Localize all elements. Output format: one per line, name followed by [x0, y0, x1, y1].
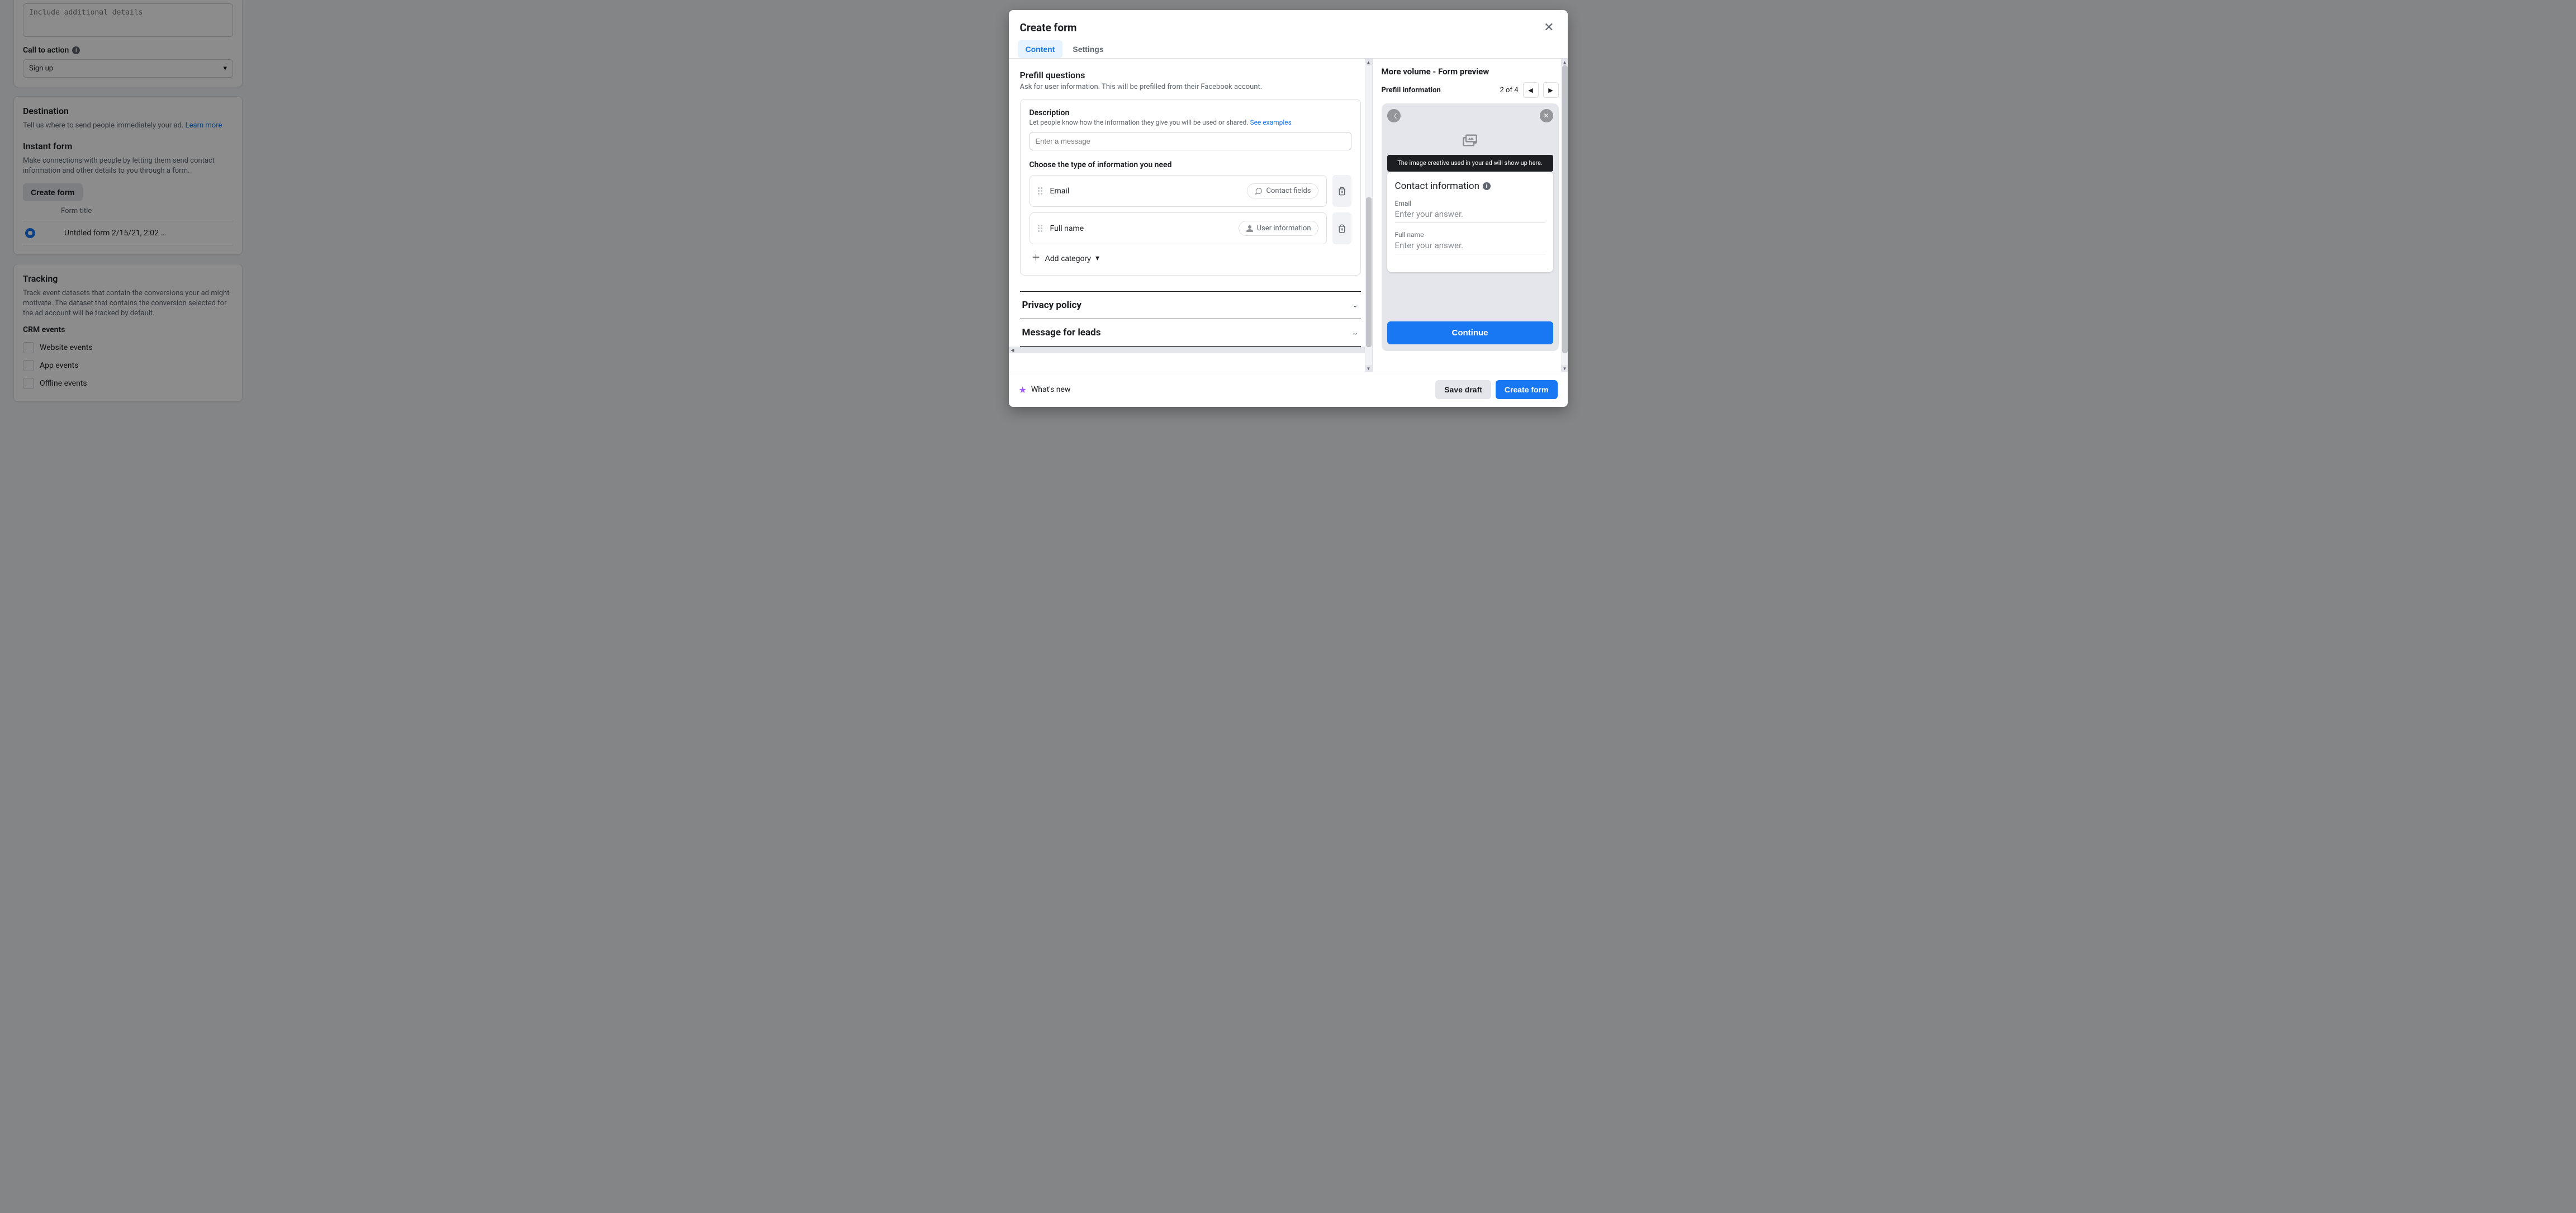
field-row-email: Email Contact fields — [1030, 175, 1351, 207]
form-builder: Prefill questions Ask for user informati… — [1009, 59, 1372, 372]
prefill-heading: Prefill questions — [1020, 70, 1361, 80]
create-form-modal: Create form ✕ Content Settings Prefill q… — [1009, 10, 1568, 407]
description-help: Let people know how the information they… — [1030, 119, 1351, 126]
scroll-down-icon[interactable]: ▼ — [1365, 365, 1372, 372]
add-category-button[interactable]: ＋ Add category ▾ — [1030, 250, 1102, 266]
scroll-up-icon[interactable]: ▲ — [1365, 59, 1372, 65]
horizontal-scrollbar[interactable]: ◀ ▶ — [1009, 347, 1372, 353]
caret-left-icon: ◀ — [1528, 87, 1533, 94]
phone-preview: 〈 ✕ The image creative used in your ad w… — [1382, 103, 1559, 351]
prefill-sub: Ask for user information. This will be p… — [1020, 83, 1361, 91]
field-tag-contact[interactable]: Contact fields — [1247, 183, 1318, 198]
field-tag-user[interactable]: User information — [1239, 221, 1318, 236]
tab-settings[interactable]: Settings — [1065, 40, 1111, 58]
preview-next-button[interactable]: ▶ — [1543, 82, 1559, 98]
preview-field-email: Email Enter your answer. — [1395, 200, 1545, 223]
preview-input[interactable]: Enter your answer. — [1395, 240, 1545, 254]
prefill-card: Description Let people know how the info… — [1020, 99, 1361, 276]
modal-footer: ★ What's new Save draft Create form — [1009, 372, 1568, 407]
preview-back-button[interactable]: 〈 — [1387, 109, 1401, 122]
scroll-up-icon[interactable]: ▲ — [1561, 59, 1568, 65]
star-icon: ★ — [1019, 385, 1027, 395]
save-draft-button[interactable]: Save draft — [1435, 380, 1491, 399]
image-icon — [1461, 132, 1479, 148]
delete-field-button[interactable] — [1332, 212, 1351, 244]
chevron-down-icon: ⌄ — [1352, 328, 1359, 337]
caret-right-icon: ▶ — [1548, 87, 1553, 94]
step-count: 2 of 4 — [1500, 86, 1519, 94]
accordion-message[interactable]: Message for leads ⌄ — [1020, 319, 1361, 347]
preview-title: More volume - Form preview — [1382, 67, 1559, 77]
plus-icon: ＋ — [1032, 254, 1041, 263]
modal-overlay: Create form ✕ Content Settings Prefill q… — [0, 0, 2576, 1213]
form-preview: More volume - Form preview Prefill infor… — [1372, 59, 1568, 372]
choose-info-label: Choose the type of information you need — [1030, 160, 1351, 169]
close-icon: ✕ — [1543, 112, 1549, 120]
builder-vertical-scrollbar[interactable]: ▲ ▼ — [1365, 59, 1372, 372]
drag-handle-icon[interactable] — [1038, 187, 1043, 195]
preview-field-fullname: Full name Enter your answer. — [1395, 231, 1545, 254]
create-form-button[interactable]: Create form — [1496, 380, 1558, 399]
delete-field-button[interactable] — [1332, 175, 1351, 207]
chevron-left-icon: 〈 — [1390, 111, 1397, 121]
tab-content[interactable]: Content — [1018, 40, 1063, 58]
preview-vertical-scrollbar[interactable]: ▲ ▼ — [1561, 59, 1568, 372]
preview-section-label: Prefill information — [1382, 86, 1441, 94]
chevron-down-icon: ▾ — [1095, 253, 1099, 263]
scroll-left-icon[interactable]: ◀ — [1009, 347, 1017, 353]
field-label: Email — [1050, 187, 1240, 196]
whats-new[interactable]: ★ What's new — [1019, 385, 1431, 395]
drag-handle-icon[interactable] — [1038, 225, 1043, 232]
close-icon: ✕ — [1544, 20, 1554, 34]
image-placeholder — [1382, 126, 1559, 155]
preview-continue-button[interactable]: Continue — [1387, 321, 1553, 344]
modal-title: Create form — [1020, 21, 1077, 34]
see-examples-link[interactable]: See examples — [1250, 119, 1291, 126]
info-icon: i — [1483, 182, 1491, 190]
image-tooltip: The image creative used in your ad will … — [1387, 155, 1553, 172]
description-label: Description — [1030, 108, 1351, 117]
preview-close-button[interactable]: ✕ — [1540, 109, 1553, 122]
field-row-fullname: Full name User information — [1030, 212, 1351, 244]
field-label: Full name — [1050, 224, 1232, 233]
modal-tabs: Content Settings — [1009, 40, 1568, 58]
chevron-down-icon: ⌄ — [1352, 301, 1359, 310]
preview-input[interactable]: Enter your answer. — [1395, 209, 1545, 223]
trash-icon — [1337, 224, 1346, 233]
close-button[interactable]: ✕ — [1541, 19, 1556, 36]
description-input[interactable] — [1030, 132, 1351, 150]
preview-prev-button[interactable]: ◀ — [1523, 82, 1539, 98]
preview-form-card: Contact information i Email Enter your a… — [1387, 172, 1553, 272]
chat-icon — [1254, 187, 1263, 195]
preview-card-title: Contact information i — [1395, 181, 1545, 192]
scroll-down-icon[interactable]: ▼ — [1561, 365, 1568, 372]
accordion-privacy[interactable]: Privacy policy ⌄ — [1020, 291, 1361, 319]
trash-icon — [1337, 187, 1346, 196]
user-icon — [1246, 225, 1254, 233]
